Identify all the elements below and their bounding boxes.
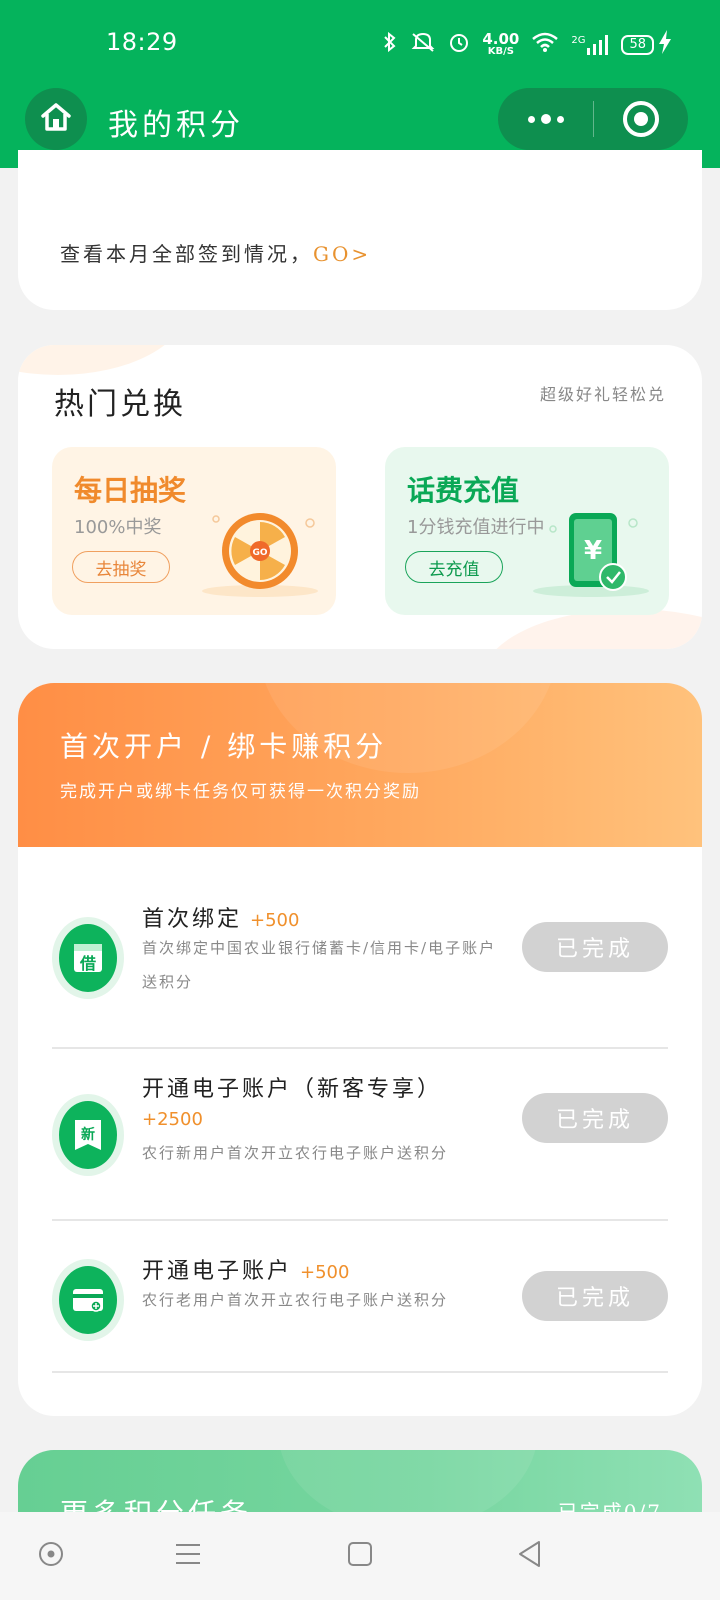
- open-account-title: 首次开户 / 绑卡赚积分: [60, 730, 388, 763]
- open-account-subtitle: 完成开户或绑卡任务仅可获得一次积分奖励: [60, 782, 421, 802]
- task-item: 借 首次绑定 +500 首次绑定中国农业银行储蓄卡/信用卡/电子账户送积分 已完成: [52, 877, 668, 1049]
- open-account-header: 首次开户 / 绑卡赚积分 完成开户或绑卡任务仅可获得一次积分奖励: [18, 683, 702, 847]
- more-dot-icon: [527, 115, 535, 123]
- task-title: 开通电子账户: [142, 1259, 293, 1284]
- lottery-title: 每日抽奖: [74, 474, 187, 507]
- hot-exchange-title: 热门兑换: [54, 387, 186, 422]
- system-nav-bar: [0, 1512, 720, 1600]
- sign-in-go-link[interactable]: GO>: [313, 242, 371, 266]
- back-triangle-icon: [517, 1540, 543, 1572]
- open-account-card: 首次开户 / 绑卡赚积分 完成开户或绑卡任务仅可获得一次积分奖励 借 首次绑定 +…: [18, 683, 702, 1416]
- nav-home-button[interactable]: [338, 1534, 382, 1578]
- debit-card-icon: 借: [59, 924, 117, 992]
- battery-indicator: 58: [621, 34, 654, 55]
- nav-back-button[interactable]: [508, 1534, 552, 1578]
- page-title: 我的积分: [108, 108, 244, 143]
- close-button[interactable]: [594, 88, 688, 150]
- task-done-button[interactable]: 已完成: [522, 922, 668, 972]
- bluetooth-icon: [382, 31, 398, 58]
- e-account-card-icon: [59, 1266, 117, 1334]
- phone-topup-tile[interactable]: 话费充值 1分钱充值进行中 去充值 ¥: [385, 447, 669, 615]
- more-dot-icon: [540, 114, 551, 124]
- topup-button[interactable]: 去充值: [405, 551, 503, 583]
- title-bar: 我的积分: [0, 88, 720, 152]
- task-desc: 首次绑定中国农业银行储蓄卡/信用卡/电子账户送积分: [142, 939, 497, 991]
- mini-program-capsule: [498, 88, 688, 150]
- task-points: +500: [300, 1262, 350, 1283]
- task-name: 开通电子账户 +500: [142, 1253, 349, 1285]
- debit-card-icon-label: 借: [79, 954, 96, 973]
- sign-in-summary: 查看本月全部签到情况，GO>: [60, 238, 371, 267]
- task-points: +500: [250, 910, 300, 931]
- signal-label: 2G: [571, 34, 586, 46]
- task-points: +2500: [142, 1109, 203, 1130]
- net-speed-unit: KB/S: [487, 46, 514, 57]
- lottery-desc: 100%中奖: [74, 517, 162, 538]
- topup-phone-symbol: ¥: [584, 536, 602, 566]
- net-speed-value: 4.00: [482, 30, 520, 48]
- more-dot-icon: [556, 115, 564, 123]
- app-header: 18:29 4.00 KB/S 2G 58 我的积分: [0, 0, 720, 168]
- status-bar: 18:29 4.00 KB/S 2G 58: [0, 28, 720, 64]
- lottery-wheel-label: GO: [252, 548, 267, 558]
- hot-exchange-card: 热门兑换 超级好礼轻松兑 每日抽奖 100%中奖 去抽奖 GO 话费充值 1分钱…: [18, 345, 702, 649]
- task-done-button[interactable]: 已完成: [522, 1271, 668, 1321]
- task-item: 开通电子账户 +500 农行老用户首次开立农行电子账户送积分 已完成: [52, 1221, 668, 1373]
- signal-icon: 2G: [571, 34, 609, 55]
- decoration: [18, 345, 188, 375]
- status-icons: 4.00 KB/S 2G 58: [382, 30, 672, 59]
- hot-exchange-subtitle: 超级好礼轻松兑: [539, 385, 666, 404]
- sign-in-text: 查看本月全部签到情况，: [60, 242, 313, 266]
- close-target-icon: [623, 101, 659, 137]
- task-name: 开通电子账户（新客专享）: [142, 1077, 443, 1102]
- task-desc: 农行新用户首次开立农行电子账户送积分: [142, 1144, 449, 1162]
- net-speed: 4.00 KB/S: [482, 32, 519, 57]
- task-icon-wrap: 借: [52, 917, 124, 999]
- sign-in-card: 查看本月全部签到情况，GO>: [18, 150, 702, 310]
- lottery-wheel-icon: GO: [200, 509, 320, 603]
- alarm-icon: [448, 31, 470, 58]
- more-button[interactable]: [498, 88, 593, 150]
- new-customer-icon: 新: [59, 1101, 117, 1169]
- phone-recharge-icon: ¥: [533, 509, 653, 603]
- home-icon: [39, 101, 73, 137]
- task-desc: 农行老用户首次开立农行电子账户送积分: [142, 1291, 449, 1309]
- decoration: [482, 609, 702, 649]
- task-item: 新 开通电子账户（新客专享） +2500 农行新用户首次开立农行电子账户送积分 …: [52, 1049, 668, 1221]
- nav-menu-button[interactable]: [166, 1534, 210, 1578]
- task-name: 首次绑定 +500: [142, 901, 299, 933]
- new-customer-icon-label: 新: [81, 1126, 95, 1143]
- assistant-icon: [37, 1540, 65, 1572]
- mute-icon: [410, 31, 436, 58]
- nav-assistant-button[interactable]: [29, 1534, 73, 1578]
- topup-desc: 1分钱充值进行中: [407, 517, 545, 538]
- task-done-button[interactable]: 已完成: [522, 1093, 668, 1143]
- task-icon-wrap: 新: [52, 1094, 124, 1176]
- menu-icon: [174, 1542, 202, 1570]
- task-icon-wrap: [52, 1259, 124, 1341]
- daily-lottery-tile[interactable]: 每日抽奖 100%中奖 去抽奖 GO: [52, 447, 336, 615]
- charging-icon: [658, 30, 672, 59]
- square-icon: [347, 1541, 373, 1571]
- topup-title: 话费充值: [407, 474, 520, 507]
- home-button[interactable]: [25, 88, 87, 150]
- task-title: 首次绑定: [142, 907, 243, 932]
- lottery-button[interactable]: 去抽奖: [72, 551, 170, 583]
- status-time: 18:29: [106, 28, 178, 56]
- wifi-icon: [531, 31, 559, 58]
